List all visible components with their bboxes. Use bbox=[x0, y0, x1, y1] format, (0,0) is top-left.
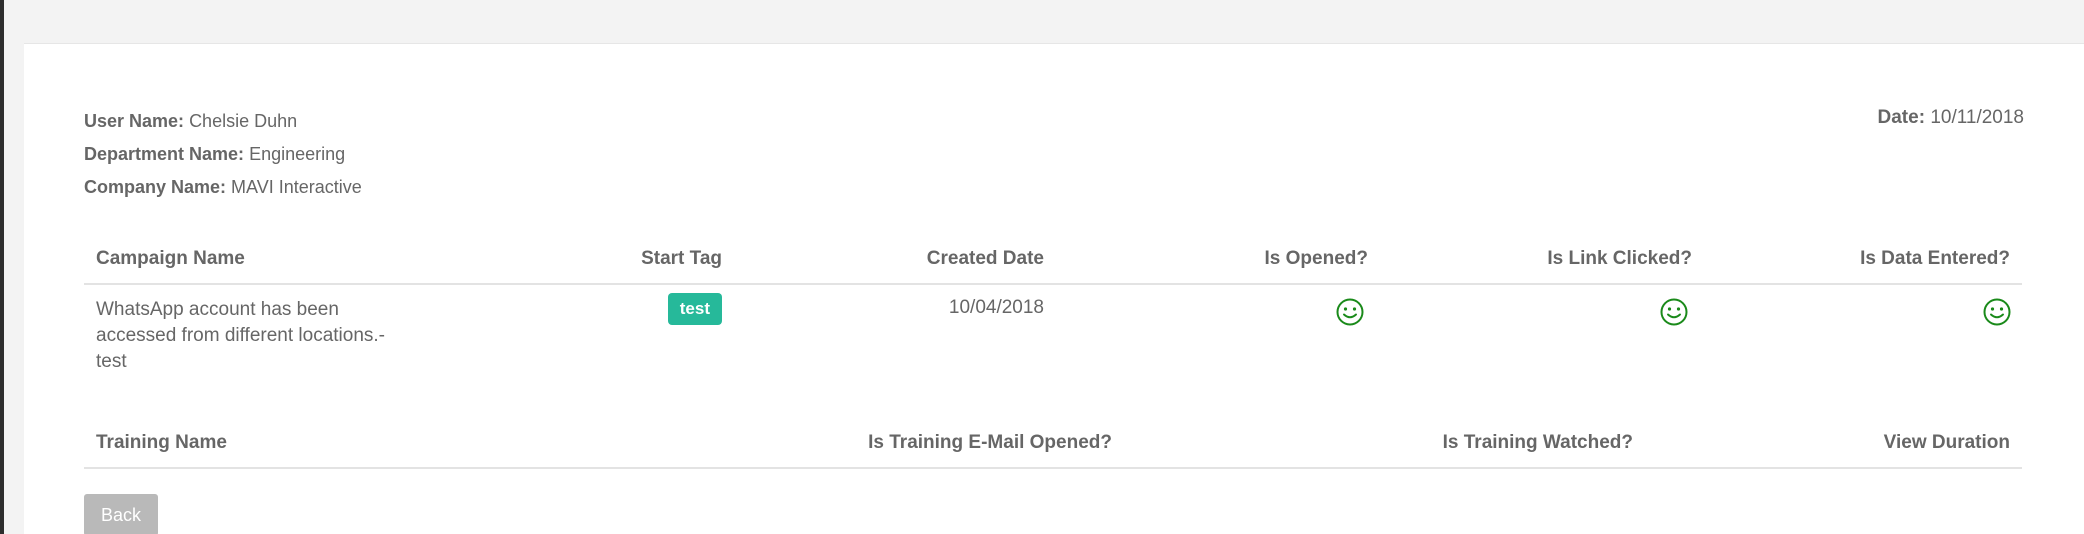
campaign-table: Campaign Name Start Tag Created Date Is … bbox=[84, 244, 2022, 444]
user-name-label: User Name: bbox=[84, 111, 185, 131]
company-row: Company Name: MAVI Interactive bbox=[84, 177, 362, 198]
start-tag-badge: test bbox=[667, 293, 722, 325]
department-value: Engineering bbox=[249, 144, 346, 164]
header-is-link-clicked: Is Link Clicked? bbox=[1547, 248, 1692, 269]
header-is-opened: Is Opened? bbox=[1264, 248, 1368, 269]
window-edge bbox=[0, 0, 4, 534]
created-date-cell: 10/04/2018 bbox=[948, 297, 1044, 318]
header-divider bbox=[84, 283, 2022, 285]
report-date: Date: 10/11/2018 bbox=[1878, 107, 2024, 129]
header-training-watched: Is Training Watched? bbox=[1442, 432, 1633, 453]
header-view-duration: View Duration bbox=[1883, 432, 2010, 453]
date-label: Date: bbox=[1877, 107, 1926, 128]
campaign-name-cell: WhatsApp account has been accessed from … bbox=[96, 299, 386, 372]
company-label: Company Name: bbox=[84, 177, 227, 197]
date-value: 10/11/2018 bbox=[1930, 107, 2024, 128]
user-name-row: User Name: Chelsie Duhn bbox=[84, 111, 297, 132]
header-created-date: Created Date bbox=[926, 248, 1044, 269]
header-divider bbox=[84, 467, 2022, 469]
header-campaign-name: Campaign Name bbox=[96, 248, 245, 269]
header-is-data-entered: Is Data Entered? bbox=[1860, 248, 2010, 269]
department-label: Department Name: bbox=[84, 144, 245, 164]
user-name-value: Chelsie Duhn bbox=[189, 111, 298, 131]
department-row: Department Name: Engineering bbox=[84, 144, 345, 165]
smile-icon bbox=[1660, 298, 1688, 326]
back-button[interactable]: Back bbox=[84, 494, 158, 534]
report-panel: User Name: Chelsie Duhn Department Name:… bbox=[24, 43, 2084, 534]
header-training-name: Training Name bbox=[96, 432, 227, 453]
training-table: Training Name Is Training E-Mail Opened?… bbox=[84, 428, 2022, 508]
header-start-tag: Start Tag bbox=[641, 248, 722, 269]
company-value: MAVI Interactive bbox=[231, 177, 362, 197]
smile-icon bbox=[1983, 298, 2011, 326]
header-training-email-opened: Is Training E-Mail Opened? bbox=[868, 432, 1112, 453]
smile-icon bbox=[1336, 298, 1364, 326]
